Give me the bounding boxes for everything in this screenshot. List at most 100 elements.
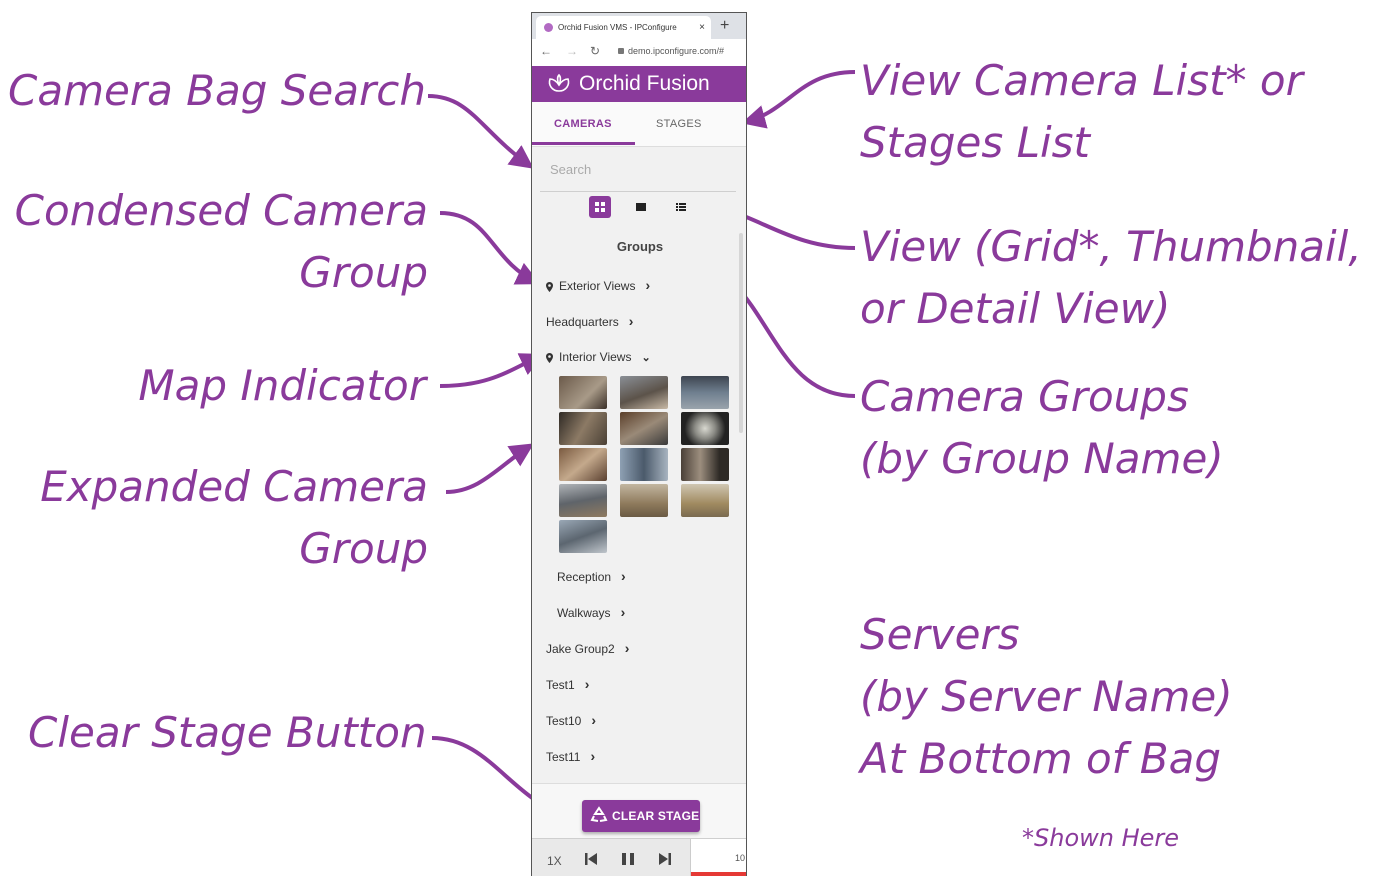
- callout-servers-line1: Servers: [860, 610, 1020, 659]
- group-label: Walkways: [557, 606, 611, 620]
- chevron-right-icon: ›: [645, 277, 651, 293]
- orchid-favicon-icon: [544, 23, 553, 32]
- group-label: Headquarters: [546, 315, 619, 329]
- map-pin-icon: [546, 281, 553, 292]
- callout-map-indicator: Map Indicator: [138, 361, 426, 410]
- recycle-icon: [590, 806, 608, 822]
- timeline[interactable]: 10: [690, 839, 746, 876]
- group-test10[interactable]: Test10 ›: [546, 711, 596, 729]
- camera-thumbnail[interactable]: [620, 412, 668, 445]
- active-tab-indicator: [532, 142, 635, 145]
- callout-condensed-camera-group-line2: Group: [299, 248, 428, 297]
- callout-expanded-camera-group-line2: Group: [299, 524, 428, 573]
- arrow-view-list: [741, 70, 856, 129]
- app-header: Orchid Fusion: [532, 66, 746, 102]
- arrow-camera-bag-search: [427, 94, 534, 169]
- camera-thumbnail[interactable]: [559, 448, 607, 481]
- callout-camera-groups-line1: Camera Groups: [860, 372, 1189, 421]
- arrow-map-indicator: [439, 353, 545, 388]
- callout-expanded-camera-group-line1: Expanded Camera: [40, 462, 428, 511]
- search-input[interactable]: [548, 161, 732, 178]
- reload-icon[interactable]: ↻: [590, 44, 600, 58]
- thumbnail-view-icon: [636, 203, 646, 211]
- detail-view-icon: [676, 203, 686, 211]
- camera-thumbnail[interactable]: [681, 412, 729, 445]
- clear-stage-button[interactable]: CLEAR STAGE: [582, 800, 700, 832]
- detail-view-button[interactable]: [670, 196, 692, 218]
- browser-tab[interactable]: Orchid Fusion VMS - IPConfigure ×: [536, 16, 711, 39]
- chevron-right-icon: ›: [621, 568, 626, 584]
- camera-thumbnail[interactable]: [620, 376, 668, 409]
- camera-thumbnail[interactable]: [620, 484, 668, 517]
- app-title: Orchid Fusion: [579, 72, 710, 95]
- group-label: Interior Views: [559, 350, 632, 364]
- camera-bag-search: [540, 153, 736, 192]
- group-walkways[interactable]: Walkways ›: [557, 603, 625, 621]
- chevron-right-icon: ›: [584, 676, 590, 692]
- callout-clear-stage-button: Clear Stage Button: [28, 708, 427, 757]
- close-tab-icon[interactable]: ×: [699, 16, 705, 39]
- group-test11[interactable]: Test11 ›: [546, 747, 595, 765]
- callout-view-mode-line1: View (Grid*, Thumbnail,: [860, 222, 1362, 271]
- camera-thumbnail[interactable]: [559, 376, 607, 409]
- group-interior-views[interactable]: Interior Views ⌄: [546, 348, 651, 366]
- tab-stages[interactable]: STAGES: [656, 118, 702, 130]
- skip-back-icon[interactable]: [584, 851, 598, 867]
- camera-thumbnail[interactable]: [620, 448, 668, 481]
- new-tab-button[interactable]: +: [720, 16, 729, 36]
- mobile-browser-window: Orchid Fusion VMS - IPConfigure × + ← → …: [531, 12, 747, 876]
- tab-cameras[interactable]: CAMERAS: [554, 118, 612, 130]
- grid-view-button[interactable]: [589, 196, 611, 218]
- bag-tabs: CAMERAS STAGES: [532, 102, 746, 147]
- chevron-right-icon: ›: [624, 640, 630, 656]
- clear-stage-label: CLEAR STAGE: [612, 809, 700, 823]
- callout-view-list-line1: View Camera List* or: [860, 56, 1303, 105]
- back-arrow-icon[interactable]: ←: [540, 44, 552, 58]
- grid-view-icon: [595, 202, 605, 212]
- group-reception[interactable]: Reception ›: [557, 567, 626, 585]
- callout-servers-line2: (by Server Name): [860, 672, 1233, 721]
- group-headquarters[interactable]: Headquarters ›: [546, 312, 633, 330]
- group-label: Test10: [546, 714, 582, 728]
- expanded-camera-group: [559, 376, 737, 556]
- callout-camera-bag-search: Camera Bag Search: [8, 66, 426, 115]
- chevron-down-icon: ⌄: [641, 352, 651, 364]
- pause-icon[interactable]: [620, 851, 636, 867]
- address-bar: ← → ↻ demo.ipconfigure.com/#: [532, 39, 746, 67]
- timeline-tick: 10: [735, 853, 746, 863]
- camera-thumbnail[interactable]: [559, 520, 607, 553]
- group-jake-group2[interactable]: Jake Group2 ›: [546, 639, 629, 657]
- callout-view-list-line2: Stages List: [860, 118, 1091, 167]
- forward-arrow-icon[interactable]: →: [566, 44, 578, 58]
- arrow-condensed-group: [439, 211, 541, 285]
- camera-thumbnail[interactable]: [681, 376, 729, 409]
- group-label: Exterior Views: [559, 279, 636, 293]
- skip-forward-icon[interactable]: [658, 851, 672, 867]
- group-label: Jake Group2: [546, 642, 615, 656]
- group-label: Test1: [546, 678, 575, 692]
- url-text[interactable]: demo.ipconfigure.com/#: [628, 46, 724, 56]
- thumbnail-view-button[interactable]: [630, 196, 652, 218]
- lock-icon: [618, 48, 624, 54]
- callout-condensed-camera-group-line1: Condensed Camera: [14, 186, 428, 235]
- orchid-logo-icon: [548, 73, 570, 92]
- bag-footer: CLEAR STAGE: [532, 783, 746, 839]
- camera-thumbnail[interactable]: [559, 484, 607, 517]
- playback-bar: 1X 10: [532, 838, 746, 876]
- camera-thumbnail[interactable]: [681, 484, 729, 517]
- shown-here-note: *Shown Here: [1022, 824, 1180, 852]
- callout-servers-line3: At Bottom of Bag: [860, 734, 1221, 783]
- playback-speed[interactable]: 1X: [547, 854, 562, 868]
- callout-view-mode-line2: or Detail View): [860, 284, 1171, 333]
- camera-thumbnail[interactable]: [559, 412, 607, 445]
- camera-thumbnail[interactable]: [681, 448, 729, 481]
- group-exterior-views[interactable]: Exterior Views ›: [546, 276, 650, 294]
- timeline-recording-bar: [691, 872, 746, 876]
- groups-heading: Groups: [616, 239, 664, 254]
- group-label: Test11: [546, 750, 581, 764]
- scrollbar[interactable]: [739, 233, 743, 433]
- group-test1[interactable]: Test1 ›: [546, 675, 589, 693]
- chevron-right-icon: ›: [591, 712, 597, 728]
- map-pin-icon: [546, 352, 553, 363]
- chevron-right-icon: ›: [628, 313, 634, 329]
